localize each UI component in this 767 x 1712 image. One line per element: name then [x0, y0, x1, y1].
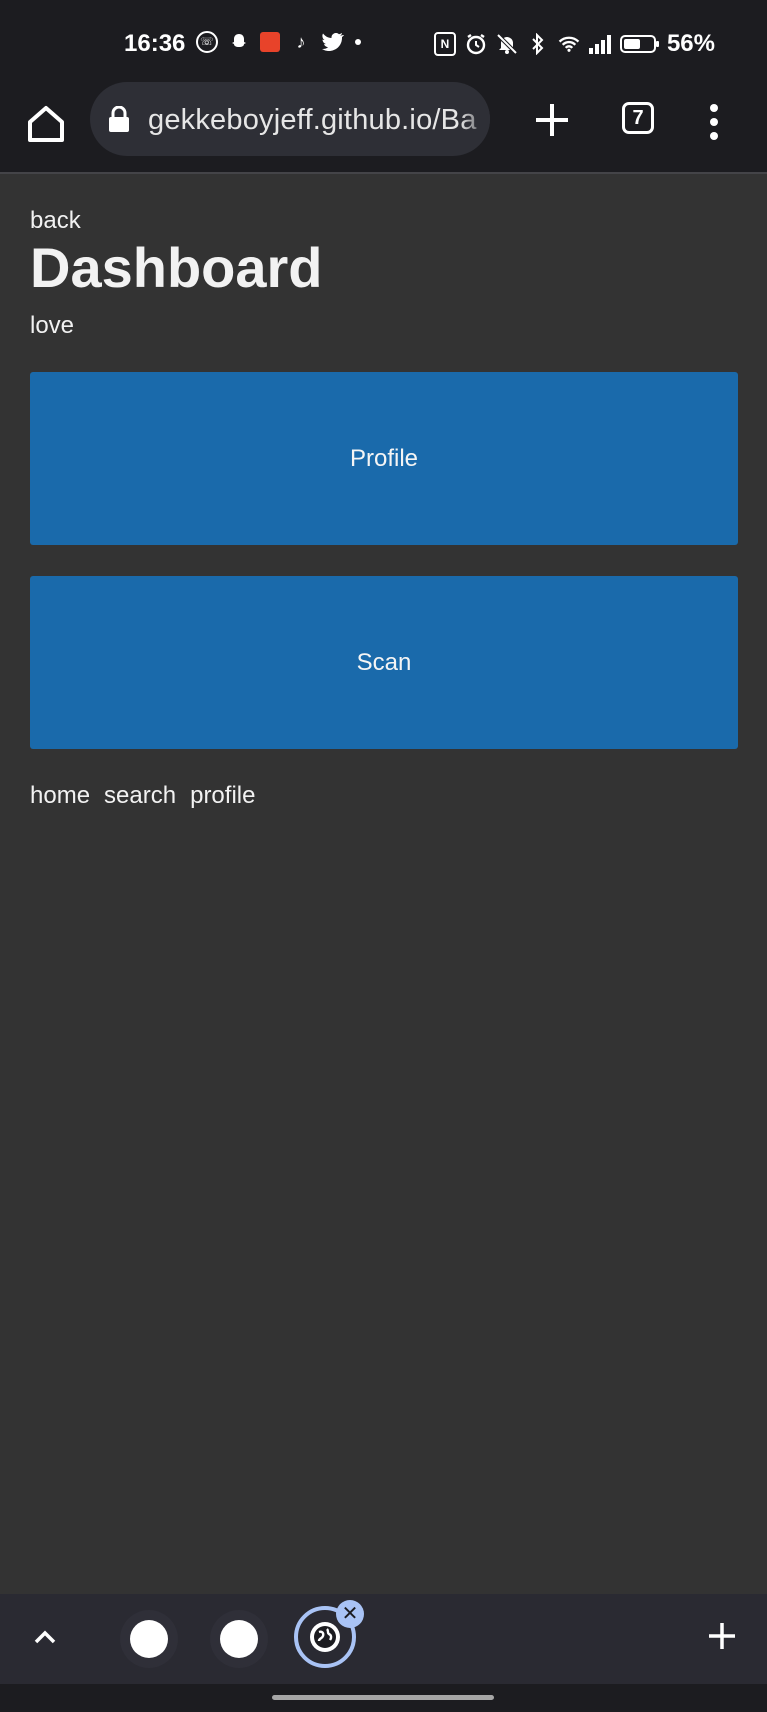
page-subtitle: love: [30, 312, 75, 339]
notification-icons: ☏ ♪: [196, 31, 362, 53]
browser-toolbar: gekkeboyjeff.github.io/Ba 7: [0, 80, 767, 174]
tab-strip: ✕: [0, 1594, 767, 1686]
url-text: gekkeboyjeff.github.io/Ba: [148, 104, 477, 136]
lock-icon: [108, 105, 130, 132]
bluetooth-icon: [527, 33, 549, 55]
url-fade: [460, 82, 490, 156]
page-title: Dashboard: [30, 236, 323, 299]
tab-thumbnail[interactable]: [220, 1620, 258, 1658]
home-icon[interactable]: [24, 102, 68, 146]
whatsapp-icon: ☏: [196, 31, 218, 53]
chevron-up-icon[interactable]: [30, 1622, 60, 1652]
new-tab-icon[interactable]: [532, 100, 572, 140]
alarm-icon: [465, 33, 487, 55]
status-time: 16:36: [124, 30, 186, 57]
battery-icon: [619, 35, 659, 53]
profile-tile-button[interactable]: Profile: [30, 372, 738, 545]
add-tab-icon[interactable]: [706, 1620, 738, 1652]
back-link[interactable]: back: [30, 207, 81, 235]
overflow-menu-icon[interactable]: [704, 102, 724, 142]
signal-icon: [588, 34, 611, 54]
mute-icon: [496, 33, 518, 55]
twitter-icon: [322, 31, 344, 53]
close-tab-icon[interactable]: ✕: [336, 1600, 364, 1628]
status-bar: 16:36 ☏ ♪ N 56%: [0, 0, 767, 80]
nav-link-search[interactable]: search: [104, 782, 176, 810]
tiktok-icon: ♪: [296, 32, 306, 52]
scan-tile-button[interactable]: Scan: [30, 576, 738, 749]
tab-switcher-button[interactable]: 7: [622, 102, 654, 134]
aliexpress-icon: [260, 32, 280, 52]
system-navigation-bar: [0, 1684, 767, 1712]
wifi-icon: [558, 33, 580, 55]
address-bar[interactable]: gekkeboyjeff.github.io/Ba: [90, 82, 490, 156]
tab-thumbnail[interactable]: [130, 1620, 168, 1658]
globe-icon: [310, 1622, 340, 1652]
home-gesture-handle[interactable]: [272, 1695, 494, 1700]
nfc-icon: N: [433, 32, 456, 56]
system-icons: N 56%: [433, 30, 715, 58]
bottom-nav-links: home search profile: [30, 782, 255, 810]
nav-link-home[interactable]: home: [30, 782, 90, 810]
battery-percent: 56%: [666, 30, 715, 57]
more-dot-icon: [354, 31, 362, 53]
nav-link-profile[interactable]: profile: [190, 782, 255, 810]
snapchat-icon: [228, 31, 250, 53]
